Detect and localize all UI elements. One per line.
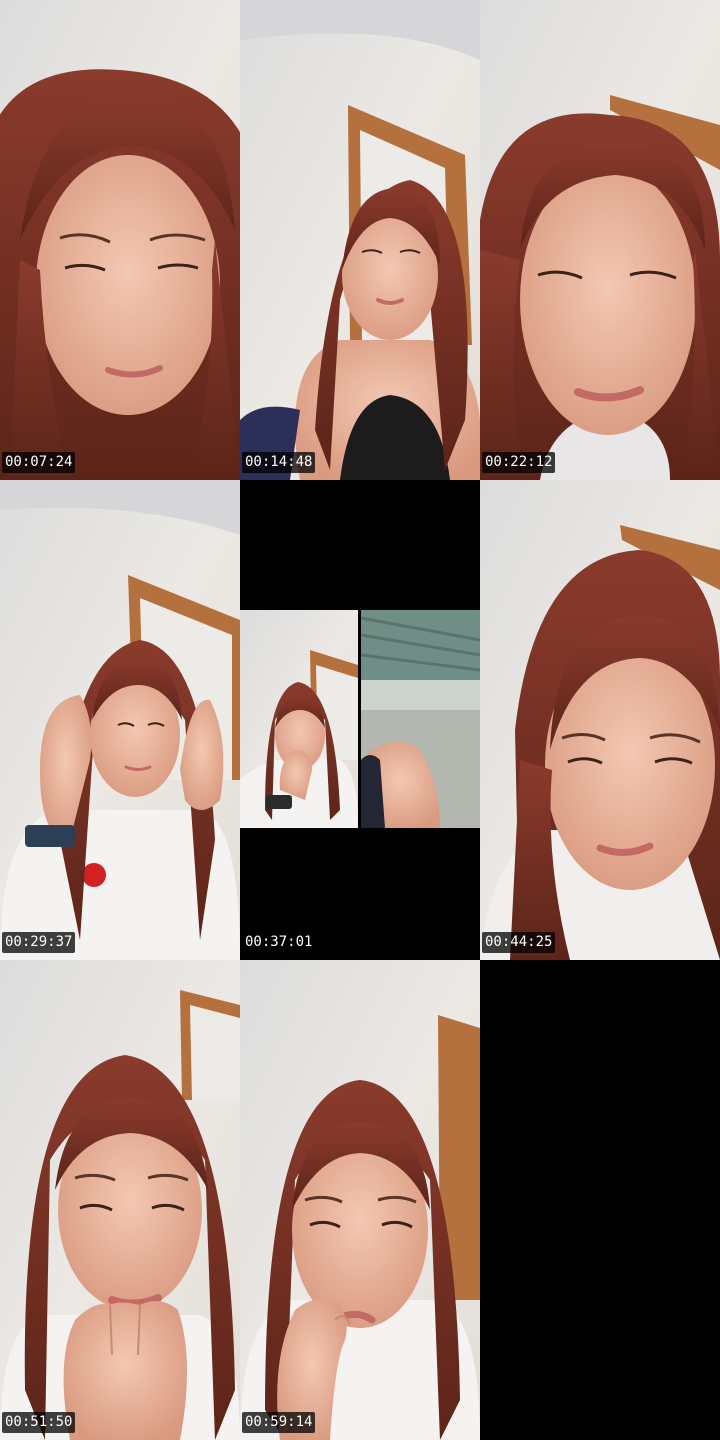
timestamp-label: 00:44:25 xyxy=(482,932,556,953)
video-thumbnail[interactable]: 00:07:24 xyxy=(0,0,240,480)
video-thumbnail[interactable]: 00:59:14 xyxy=(240,960,480,1440)
timestamp-label: 00:22:12 xyxy=(482,452,556,473)
timestamp-label: 00:37:01 xyxy=(242,932,316,953)
video-thumbnail[interactable]: 00:14:48 xyxy=(240,0,480,480)
timestamp-label: 00:59:14 xyxy=(242,1412,316,1433)
frame-image xyxy=(480,480,720,960)
timestamp-label: 00:14:48 xyxy=(242,452,316,473)
frame-image xyxy=(0,960,240,1440)
video-thumbnail[interactable]: 00:51:50 xyxy=(0,960,240,1440)
frame-image xyxy=(240,610,480,828)
split-screen-frame xyxy=(240,610,480,828)
video-thumbnail[interactable]: 00:37:01 xyxy=(240,480,480,960)
timestamp-label: 00:29:37 xyxy=(2,932,76,953)
empty-thumbnail-slot xyxy=(480,960,720,1440)
video-thumbnail[interactable]: 00:29:37 xyxy=(0,480,240,960)
video-thumbnail[interactable]: 00:22:12 xyxy=(480,0,720,480)
frame-image xyxy=(0,480,240,960)
video-thumbnail[interactable]: 00:44:25 xyxy=(480,480,720,960)
frame-image xyxy=(240,0,480,480)
frame-image xyxy=(240,960,480,1440)
frame-image xyxy=(480,0,720,480)
timestamp-label: 00:51:50 xyxy=(2,1412,76,1433)
thumbnail-grid: 00:07:24 00:14:48 00:22:12 00:29:37 00:3… xyxy=(0,0,720,1440)
frame-image xyxy=(0,0,240,480)
timestamp-label: 00:07:24 xyxy=(2,452,76,473)
